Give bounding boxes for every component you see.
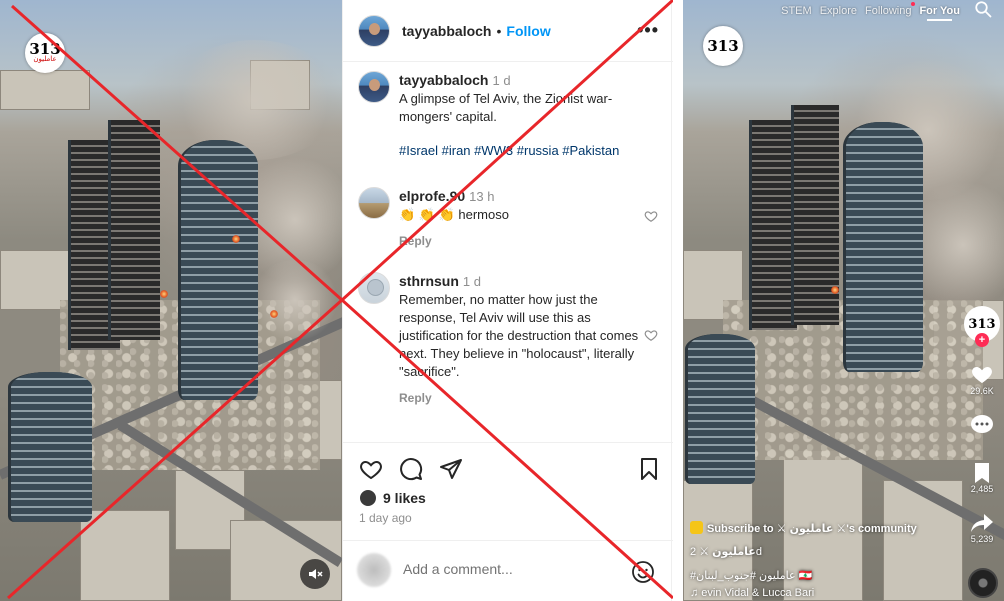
comment-like-heart-icon[interactable]	[644, 209, 658, 223]
tiktok-author-name[interactable]: عامليون ⚔	[699, 546, 756, 558]
logo-number: 313	[29, 40, 61, 58]
comment-username[interactable]: sthrnsun	[399, 273, 459, 289]
creator-avatar-number: 313	[968, 316, 996, 332]
tab-stem[interactable]: STEM	[781, 5, 812, 17]
comment-item: elprofe.90 13 h 👏 👏 👏 hermoso Reply	[358, 179, 658, 259]
save-bookmark-icon[interactable]	[637, 457, 661, 481]
bookmark-count: 2,485	[970, 484, 994, 494]
current-user-avatar	[357, 553, 391, 587]
follow-plus-icon[interactable]: +	[975, 333, 989, 347]
likes-count[interactable]: 9 likes	[359, 489, 426, 507]
search-icon[interactable]	[974, 0, 992, 18]
reply-button[interactable]: Reply	[399, 232, 644, 250]
caption-text: A glimpse of Tel Aviv, the Zionist war-m…	[399, 91, 613, 124]
caption-hashtags[interactable]: #Israel #iran #WW3 #russia #Pakistan	[399, 142, 644, 160]
follow-button[interactable]: Follow	[506, 23, 550, 39]
logo-subtext: عامليون	[33, 56, 57, 63]
commenter-avatar[interactable]	[358, 272, 390, 304]
subscribe-banner[interactable]: Subscribe to ⚔ عامليون ⚔'s community	[690, 521, 950, 535]
channel-logo-badge: 313 عامليون	[25, 33, 65, 73]
add-comment-input[interactable]	[403, 561, 623, 577]
liker-avatar	[359, 489, 377, 507]
caption-comment: tayyabbaloch 1 d A glimpse of Tel Aviv, t…	[358, 63, 658, 183]
comments-action[interactable]	[962, 414, 1002, 436]
tiktok-music-line[interactable]: ♫ evin Vidal & Lucca Bari	[690, 587, 950, 599]
left-city-video-image	[0, 0, 342, 601]
caption-author-avatar[interactable]	[358, 71, 390, 103]
share-paper-plane-icon[interactable]	[439, 457, 463, 481]
subscribe-text: Subscribe to ⚔ عامليون ⚔'s community	[707, 523, 917, 535]
comment-text: 👏 👏 👏 hermoso	[399, 207, 509, 222]
speaker-muted-icon	[309, 569, 323, 579]
tiktok-top-nav: STEM Explore Following For You	[683, 0, 1004, 22]
tiktok-channel-logo: 313	[703, 26, 743, 66]
comment-time: 1 d	[462, 274, 481, 289]
comment-like-heart-icon[interactable]	[644, 328, 658, 342]
author-username[interactable]: tayyabbaloch	[402, 23, 491, 39]
heart-icon	[972, 367, 992, 383]
caption-time: 1 d	[492, 73, 511, 88]
post-header: tayyabbaloch • Follow •••	[343, 0, 673, 62]
tab-explore[interactable]: Explore	[820, 5, 857, 17]
tiktok-hashtags[interactable]: #عامليون #جنوب_لبنان 🇱🇧	[690, 569, 950, 582]
instagram-post-panel: tayyabbaloch • Follow ••• tayyabbaloch 1 …	[342, 0, 673, 601]
bookmark-action[interactable]: 2,485	[962, 462, 1002, 494]
comment-text: Remember, no matter how just the respons…	[399, 292, 639, 379]
share-count: 5,239	[970, 534, 994, 544]
add-comment-row	[343, 540, 673, 601]
commenter-avatar[interactable]	[358, 187, 390, 219]
more-options-icon[interactable]: •••	[637, 20, 659, 41]
tiktok-author-line: عامليون ⚔ 2d	[690, 545, 950, 558]
comment-username[interactable]: elprofe.90	[399, 188, 465, 204]
comment-item: sthrnsun 1 d Remember, no matter how just…	[358, 264, 658, 414]
share-action[interactable]: 5,239	[962, 512, 1002, 544]
mute-button[interactable]	[300, 559, 330, 589]
comment-bubble-icon[interactable]	[399, 457, 423, 481]
header-separator: •	[496, 22, 502, 39]
like-action[interactable]: 29.6K	[962, 362, 1002, 396]
share-arrow-icon	[971, 514, 993, 532]
tiktok-logo-number: 313	[707, 37, 739, 55]
comment-dots-icon	[971, 415, 993, 433]
like-count: 29.6K	[970, 386, 994, 396]
emoji-icon[interactable]	[631, 560, 655, 584]
music-disc-icon[interactable]	[968, 568, 998, 598]
post-date: 1 day ago	[359, 511, 412, 525]
tab-for-you[interactable]: For You	[919, 5, 960, 21]
like-heart-icon[interactable]	[359, 457, 383, 481]
comment-time: 13 h	[469, 189, 495, 204]
subscribe-badge-icon	[690, 521, 703, 534]
bookmark-icon	[975, 463, 989, 483]
right-tiktok-video-image	[683, 0, 1004, 601]
caption-username[interactable]: tayyabbaloch	[399, 72, 488, 88]
tab-following[interactable]: Following	[865, 2, 916, 17]
likes-label: 9 likes	[383, 490, 426, 506]
author-avatar[interactable]	[358, 14, 390, 47]
reply-button[interactable]: Reply	[399, 389, 644, 407]
